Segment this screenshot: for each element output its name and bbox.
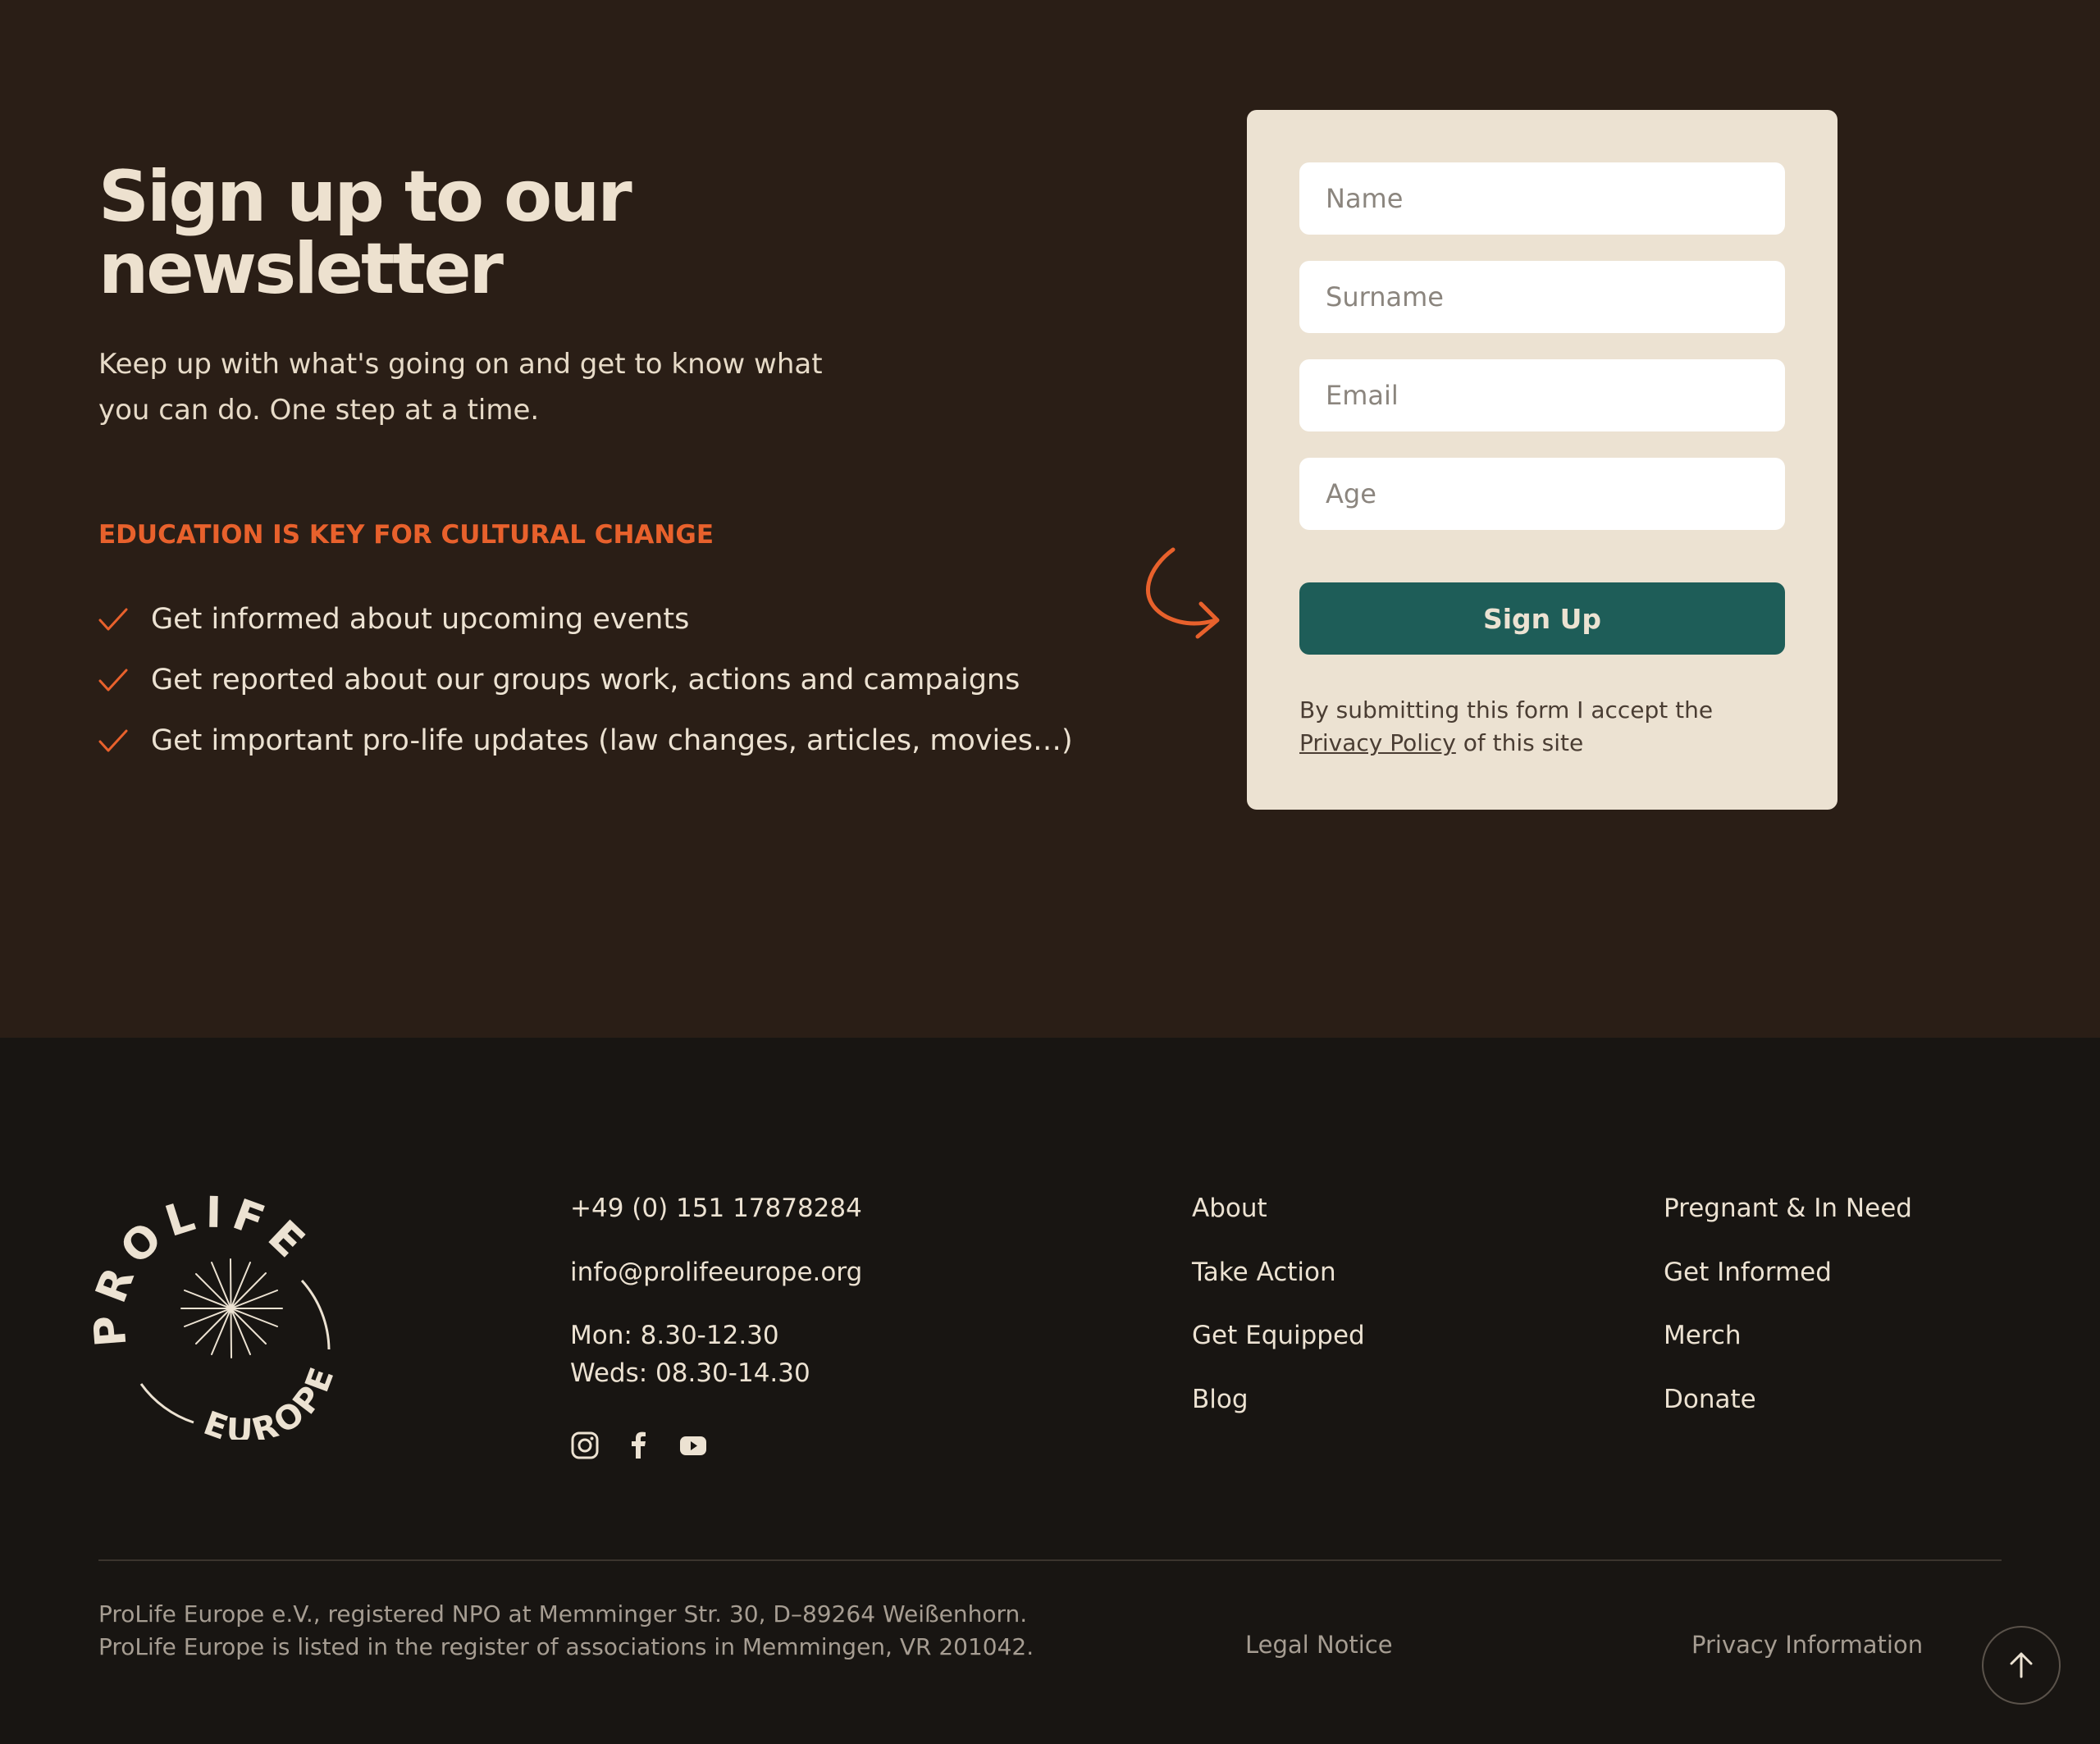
benefit-text: Get informed about upcoming events xyxy=(151,603,690,636)
list-item: Get informed about upcoming events xyxy=(98,589,1083,650)
email-link[interactable]: info@prolifeeurope.org xyxy=(570,1258,862,1287)
newsletter-title-line1: Sign up to our xyxy=(98,156,632,238)
privacy-policy-link[interactable]: Privacy Policy xyxy=(1299,729,1456,756)
newsletter-title: Sign up to our newsletter xyxy=(98,161,837,305)
youtube-icon[interactable] xyxy=(678,1431,708,1460)
footer-link-blog[interactable]: Blog xyxy=(1192,1385,1249,1414)
instagram-icon[interactable] xyxy=(570,1431,600,1460)
svg-text:EUROPE: EUROPE xyxy=(199,1360,342,1440)
footer-divider xyxy=(98,1559,2002,1561)
curved-arrow-icon xyxy=(1145,547,1220,639)
list-item: Get important pro-life updates (law chan… xyxy=(98,710,1083,771)
list-item: Get reported about our groups work, acti… xyxy=(98,650,1083,710)
check-icon xyxy=(98,669,128,692)
prolife-europe-logo[interactable]: PROLIFE EUROPE xyxy=(89,1177,351,1440)
age-input[interactable] xyxy=(1299,458,1785,530)
back-to-top-button[interactable] xyxy=(1982,1626,2061,1705)
name-input[interactable] xyxy=(1299,162,1785,235)
benefit-text: Get reported about our groups work, acti… xyxy=(151,664,1020,696)
star-icon xyxy=(180,1258,283,1358)
consent-prefix: By submitting this form I accept the xyxy=(1299,696,1714,724)
consent-suffix: of this site xyxy=(1455,729,1584,756)
footer-link-donate[interactable]: Donate xyxy=(1664,1385,1756,1414)
footer-link-get-informed[interactable]: Get Informed xyxy=(1664,1258,1832,1287)
check-icon xyxy=(98,608,128,631)
hours-wednesday: Weds: 08.30-14.30 xyxy=(570,1358,810,1388)
facebook-icon[interactable] xyxy=(624,1431,654,1460)
newsletter-section: Sign up to our newsletter Keep up with w… xyxy=(0,0,2100,1038)
email-input[interactable] xyxy=(1299,359,1785,431)
logo-text-bottom: EUROPE xyxy=(199,1360,339,1440)
legal-address: ProLife Europe e.V., registered NPO at M… xyxy=(98,1598,1034,1664)
newsletter-desc-line1: Keep up with what's going on and get to … xyxy=(98,348,823,381)
newsletter-form: Sign Up By submitting this form I accept… xyxy=(1247,110,1838,810)
footer-link-take-action[interactable]: Take Action xyxy=(1192,1258,1336,1287)
benefit-text: Get important pro-life updates (law chan… xyxy=(151,724,1073,757)
sign-up-button[interactable]: Sign Up xyxy=(1299,582,1785,655)
check-icon xyxy=(98,729,128,752)
social-links xyxy=(570,1431,708,1463)
svg-text:PROLIFE: PROLIFE xyxy=(89,1189,319,1349)
hours-monday: Mon: 8.30-12.30 xyxy=(570,1321,779,1350)
benefit-list: Get informed about upcoming events Get r… xyxy=(98,589,1083,771)
surname-input[interactable] xyxy=(1299,261,1785,333)
phone-link[interactable]: +49 (0) 151 17878284 xyxy=(570,1194,862,1223)
legal-line-2: ProLife Europe is listed in the register… xyxy=(98,1633,1034,1660)
consent-text: By submitting this form I accept the Pri… xyxy=(1299,694,1792,760)
logo-text-top: PROLIFE xyxy=(89,1189,311,1349)
newsletter-desc-line2: you can do. One step at a time. xyxy=(98,394,540,427)
footer-link-pregnant[interactable]: Pregnant & In Need xyxy=(1664,1194,1912,1223)
footer-link-get-equipped[interactable]: Get Equipped xyxy=(1192,1321,1365,1350)
newsletter-kicker: EDUCATION IS KEY FOR CULTURAL CHANGE xyxy=(98,520,714,550)
newsletter-description: Keep up with what's going on and get to … xyxy=(98,341,837,433)
privacy-information-link[interactable]: Privacy Information xyxy=(1691,1631,1923,1659)
footer-link-about[interactable]: About xyxy=(1192,1194,1267,1223)
legal-notice-link[interactable]: Legal Notice xyxy=(1245,1631,1393,1659)
newsletter-title-line2: newsletter xyxy=(98,228,504,310)
legal-line-1: ProLife Europe e.V., registered NPO at M… xyxy=(98,1600,1028,1628)
footer-link-merch[interactable]: Merch xyxy=(1664,1321,1742,1350)
arrow-up-icon xyxy=(2010,1652,2033,1678)
